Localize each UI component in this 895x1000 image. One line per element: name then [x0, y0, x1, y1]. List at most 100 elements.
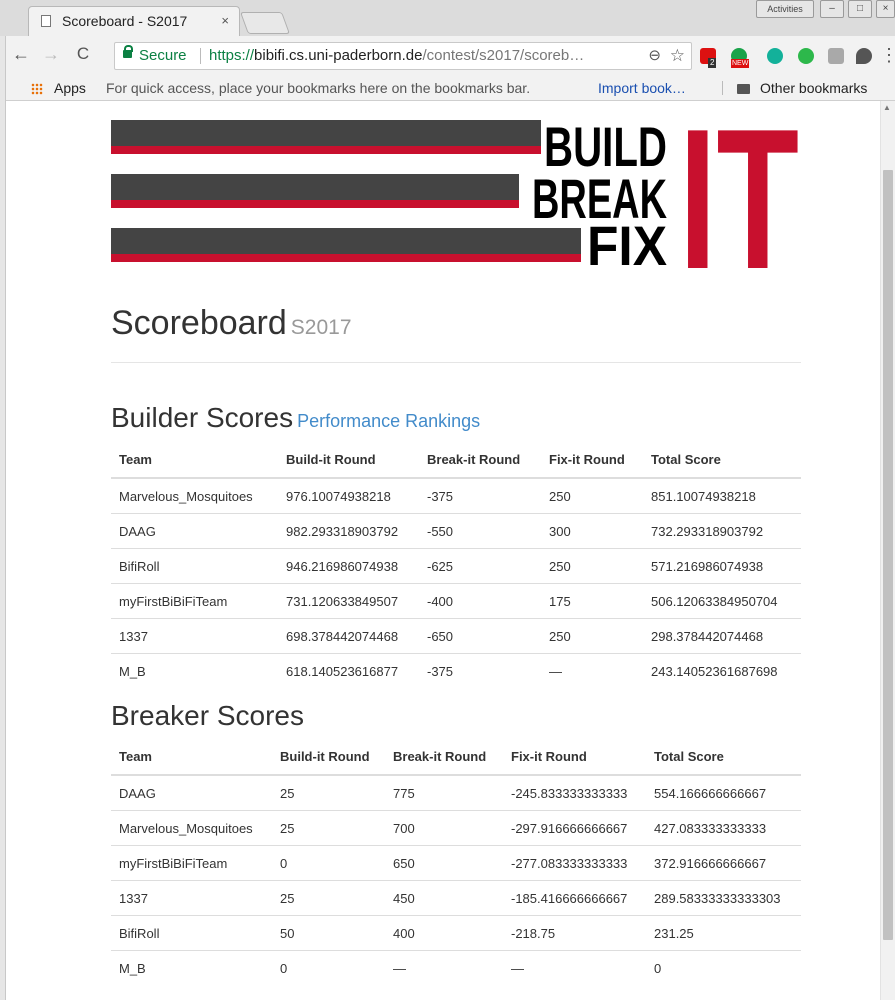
- table-row: myFirstBiBiFiTeam 731.120633849507 -400 175…: [111, 583, 801, 619]
- score-cell: 231.25: [646, 915, 801, 951]
- column-header: Total Score: [643, 441, 801, 479]
- address-bar[interactable]: Secure https://bibifi.cs.uni-paderborn.d…: [114, 42, 692, 70]
- build-break-fix-it-logo: BUILD BREAK FIX IT: [111, 118, 799, 268]
- browser-menu-icon[interactable]: ⋮: [880, 45, 895, 66]
- score-cell: 243.14052361687698: [643, 653, 801, 688]
- score-cell: 851.10074938218: [643, 477, 801, 514]
- bookmark-star-icon[interactable]: ☆: [670, 43, 685, 69]
- url-host: bibifi.cs.uni-paderborn.de: [254, 47, 423, 64]
- score-cell: 250: [541, 618, 643, 654]
- url-text: https://bibifi.cs.uni-paderborn.de/conte…: [209, 43, 584, 69]
- score-cell: —: [541, 653, 643, 688]
- bookmarks-hint: For quick access, place your bookmarks h…: [106, 80, 531, 96]
- score-cell: 25: [272, 880, 385, 916]
- new-tab-button[interactable]: [239, 12, 291, 34]
- zoom-icon[interactable]: ⊖: [648, 43, 661, 69]
- table-header-row: Team Build-it Round Break-it Round Fix-i…: [111, 738, 801, 776]
- logo-it-letters: IT: [679, 118, 799, 268]
- score-cell: 372.916666666667: [646, 845, 801, 881]
- score-cell: 0: [646, 950, 801, 985]
- maximize-window-button[interactable]: □: [848, 0, 872, 18]
- page-title: Scoreboard S2017: [111, 304, 352, 343]
- score-cell: 298.378442074468: [643, 618, 801, 654]
- shield-extension-icon[interactable]: [856, 48, 872, 64]
- close-window-icon: ×: [882, 3, 889, 14]
- score-cell: 0: [272, 950, 385, 985]
- score-cell: -375: [419, 653, 541, 688]
- score-cell: 976.10074938218: [278, 477, 419, 514]
- score-cell: 300: [541, 513, 643, 549]
- header-divider: [111, 362, 801, 363]
- mendeley-extension-icon[interactable]: [767, 48, 783, 64]
- other-bookmarks-folder[interactable]: Other bookmarks: [760, 76, 867, 100]
- logo-word-fix: FIX: [587, 214, 667, 268]
- score-cell: -375: [419, 477, 541, 514]
- power-extension-icon[interactable]: [798, 48, 814, 64]
- score-cell: 698.378442074468: [278, 618, 419, 654]
- score-cell: 250: [541, 548, 643, 584]
- score-cell: 0: [272, 845, 385, 881]
- import-bookmarks-link[interactable]: Import book…: [598, 76, 686, 100]
- browser-toolbar: ← → C Secure https://bibifi.cs.uni-pader…: [0, 36, 895, 76]
- scroll-up-arrow-icon[interactable]: ▲: [883, 103, 891, 112]
- page-title-text: Scoreboard: [111, 304, 287, 342]
- score-cell: 25: [272, 810, 385, 846]
- close-window-button[interactable]: ×: [876, 0, 895, 18]
- minimize-window-button[interactable]: –: [820, 0, 844, 18]
- team-name-cell: DAAG: [111, 513, 278, 549]
- score-cell: 731.120633849507: [278, 583, 419, 619]
- table-row: M_B 0— —0: [111, 950, 801, 985]
- score-cell: -277.083333333333: [503, 845, 646, 881]
- maximize-icon: □: [856, 3, 864, 14]
- reload-icon[interactable]: C: [72, 44, 94, 64]
- s-extension-icon[interactable]: [828, 48, 844, 64]
- minimize-icon: –: [829, 3, 835, 14]
- bookmarks-divider: [722, 81, 723, 95]
- team-name-cell: Marvelous_Mosquitoes: [111, 810, 272, 846]
- column-header: Total Score: [646, 738, 801, 776]
- breaker-scores-table: Team Build-it Round Break-it Round Fix-i…: [111, 738, 801, 985]
- team-name-cell: DAAG: [111, 774, 272, 811]
- score-cell: -625: [419, 548, 541, 584]
- score-cell: 175: [541, 583, 643, 619]
- team-name-cell: BifiRoll: [111, 548, 278, 584]
- score-cell: -218.75: [503, 915, 646, 951]
- back-arrow-icon[interactable]: ←: [10, 44, 32, 65]
- score-cell: 427.083333333333: [646, 810, 801, 846]
- team-name-cell: 1337: [111, 618, 278, 654]
- breaker-heading-text: Breaker Scores: [111, 700, 304, 731]
- score-cell: 25: [272, 774, 385, 811]
- table-row: myFirstBiBiFiTeam 0 650 -277.083333333333 37…: [111, 845, 801, 881]
- column-header: Break-it Round: [419, 441, 541, 479]
- score-cell: 982.293318903792: [278, 513, 419, 549]
- builder-scores-heading: Builder Scores Performance Rankings: [111, 402, 480, 434]
- score-cell: -245.833333333333: [503, 774, 646, 811]
- browser-tab[interactable]: Scoreboard - S2017 ×: [28, 6, 240, 36]
- url-scheme: https://: [209, 47, 255, 64]
- score-cell: 650: [385, 845, 503, 881]
- performance-rankings-link[interactable]: Performance Rankings: [297, 411, 480, 431]
- tab-title: Scoreboard - S2017: [62, 13, 188, 29]
- scrollbar-thumb[interactable]: [883, 170, 893, 940]
- team-name-cell: M_B: [111, 653, 278, 688]
- apps-grid-icon[interactable]: [31, 83, 43, 95]
- forward-arrow-icon[interactable]: →: [40, 44, 62, 65]
- score-cell: -185.416666666667: [503, 880, 646, 916]
- column-header: Team: [111, 441, 278, 479]
- activities-button[interactable]: Activities: [756, 0, 814, 18]
- score-cell: 700: [385, 810, 503, 846]
- close-tab-icon[interactable]: ×: [221, 7, 229, 35]
- column-header: Build-it Round: [278, 441, 419, 479]
- score-cell: 732.293318903792: [643, 513, 801, 549]
- score-cell: 571.216986074938: [643, 548, 801, 584]
- table-row: M_B 618.140523616877 -375—243.140523616876…: [111, 653, 801, 688]
- score-cell: 400: [385, 915, 503, 951]
- score-cell: —: [503, 950, 646, 985]
- window-left-border: [0, 36, 6, 1000]
- table-row: BifiRoll 50 400 -218.75 231.25: [111, 915, 801, 951]
- apps-bookmark[interactable]: Apps: [54, 76, 86, 100]
- score-cell: 250: [541, 477, 643, 514]
- score-cell: 946.216986074938: [278, 548, 419, 584]
- score-cell: -400: [419, 583, 541, 619]
- breaker-scores-heading: Breaker Scores: [111, 700, 304, 732]
